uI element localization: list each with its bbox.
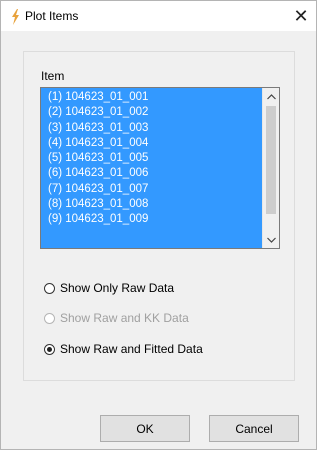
list-item[interactable]: (7) 104623_01_007 — [43, 182, 277, 197]
scroll-up-button[interactable] — [263, 88, 279, 105]
radio-show-raw-and-fitted[interactable]: Show Raw and Fitted Data — [44, 341, 203, 357]
title-bar: Plot Items ✕ — [1, 1, 316, 31]
options-group: Item (1) 104623_01_001 (2) 104623_01_002(… — [23, 51, 295, 381]
radio-show-raw-and-kk: Show Raw and KK Data — [44, 310, 189, 326]
vertical-scrollbar[interactable] — [262, 88, 279, 248]
radio-circle — [44, 312, 55, 324]
plot-items-dialog: Plot Items ✕ Item (1) 104623_01_001 (2) 1… — [0, 0, 317, 450]
scroll-thumb[interactable] — [266, 106, 276, 214]
radio-circle[interactable] — [44, 282, 55, 294]
radio-show-only-raw[interactable]: Show Only Raw Data — [44, 280, 174, 296]
item-label: Item — [41, 69, 65, 83]
scroll-down-button[interactable] — [263, 231, 279, 248]
radio-label: Show Raw and Fitted Data — [60, 342, 203, 356]
list-item[interactable]: (4) 104623_01_004 — [43, 136, 277, 151]
list-item[interactable]: (2) 104623_01_002 — [43, 105, 277, 120]
list-item[interactable]: (5) 104623_01_005 — [43, 151, 277, 166]
close-icon: ✕ — [293, 5, 309, 27]
radio-label: Show Raw and KK Data — [60, 311, 189, 325]
list-item[interactable]: (3) 104623_01_003 — [43, 121, 277, 136]
ok-button[interactable]: OK — [100, 415, 190, 442]
radio-selected-dot — [47, 346, 52, 352]
window-title: Plot Items — [25, 9, 79, 23]
chevron-up-icon — [266, 93, 276, 99]
chevron-down-icon — [266, 237, 276, 243]
app-icon — [12, 9, 19, 25]
item-list: (1) 104623_01_001 (2) 104623_01_002 (3) 10… — [43, 90, 277, 246]
radio-circle[interactable] — [44, 343, 55, 355]
item-listbox[interactable]: (1) 104623_01_001 (2) 104623_01_002 (3) 10… — [40, 87, 280, 249]
cancel-button[interactable]: Cancel — [209, 415, 299, 442]
radio-label: Show Only Raw Data — [60, 281, 175, 295]
list-item[interactable]: (9) 104623_01_009 — [43, 212, 277, 227]
list-item[interactable]: (1) 104623_01_001 — [43, 90, 277, 105]
list-item[interactable]: (8) 104623_01_008 — [43, 197, 277, 212]
list-item[interactable]: (6) 104623_01_006 — [43, 166, 277, 181]
close-button[interactable]: ✕ — [286, 1, 316, 31]
